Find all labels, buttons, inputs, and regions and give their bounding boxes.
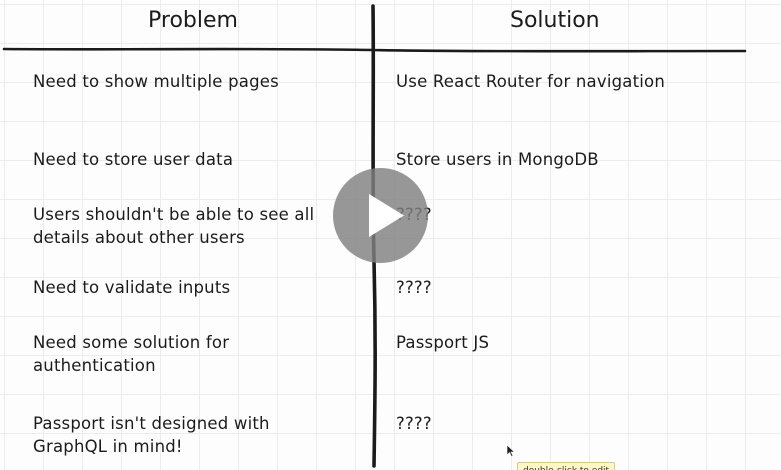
problem-column-header: Problem [148,8,238,33]
problem-line: Passport isn't designed with [33,414,270,433]
problem-line: Need to show multiple pages [33,72,279,91]
problem-cell: Need some solution for authentication [33,331,229,377]
problem-line: Need some solution for [33,333,230,352]
problem-cell: Need to store user data [33,148,233,171]
whiteboard-canvas: Problem Solution Need to show multiple p… [0,0,781,470]
play-icon [369,194,404,237]
problem-line: details about other users [33,228,245,247]
problem-line: authentication [33,356,156,375]
problem-line: Users shouldn't be able to see all [33,205,315,224]
problem-line: Need to validate inputs [33,278,231,297]
problem-cell: Passport isn't designed with GraphQL in … [33,412,270,458]
play-button[interactable] [333,168,428,263]
solution-cell: ???? [396,414,432,433]
problem-cell: Need to validate inputs [33,276,230,299]
solution-cell: Use React Router for navigation [396,72,666,91]
solution-cell: ???? [396,278,432,297]
mouse-cursor-icon [506,444,516,457]
problem-line: GraphQL in mind! [33,437,183,456]
solution-cell: Passport JS [396,333,490,352]
problem-line: Need to store user data [33,150,234,169]
problem-cell: Users shouldn't be able to see all detai… [33,203,314,249]
solution-column-header: Solution [510,8,600,33]
edit-tooltip: double-click to edit [517,462,616,470]
problem-cell: Need to show multiple pages [33,70,279,93]
